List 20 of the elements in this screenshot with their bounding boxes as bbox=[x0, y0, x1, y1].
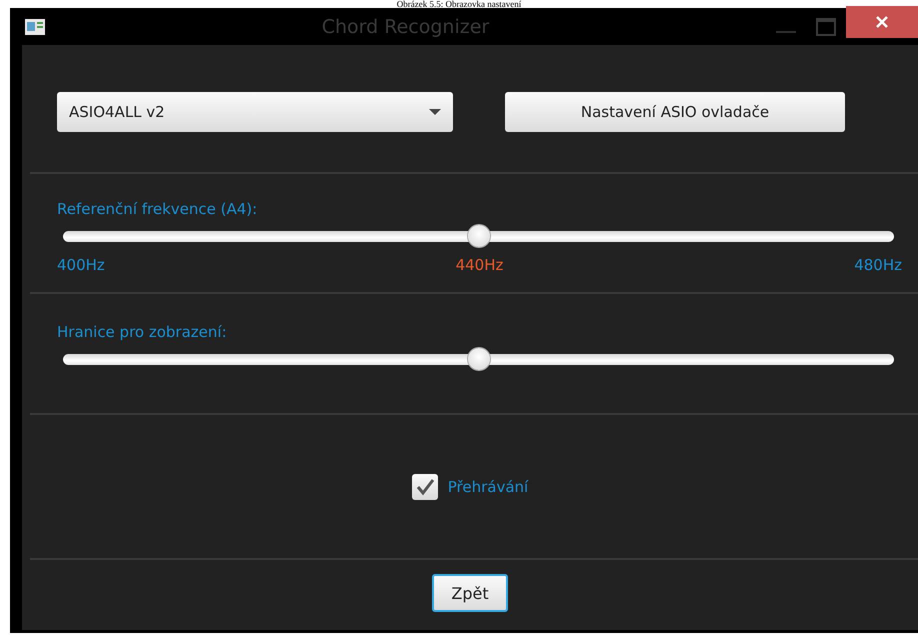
checkbox-label[interactable]: Přehrávání bbox=[448, 478, 528, 496]
driver-settings-button[interactable]: Nastavení ASIO ovladače bbox=[505, 92, 845, 132]
slider-label: Hranice pro zobrazení: bbox=[57, 323, 227, 341]
slider-thumb[interactable] bbox=[468, 225, 490, 247]
slider-track[interactable] bbox=[63, 225, 894, 247]
tick-label: 400Hz bbox=[57, 256, 105, 274]
app-icon bbox=[25, 18, 45, 34]
back-button[interactable]: Zpět bbox=[432, 574, 508, 612]
tick-label: 480Hz bbox=[854, 256, 902, 274]
close-icon bbox=[875, 15, 889, 29]
caret-icon bbox=[429, 108, 441, 116]
window-title: Chord Recognizer bbox=[320, 16, 490, 38]
slider-thumb[interactable] bbox=[468, 348, 490, 370]
checkbox[interactable] bbox=[412, 474, 438, 500]
slider-label: Referenční frekvence (A4): bbox=[57, 200, 258, 218]
device-dropdown[interactable]: ASIO4ALL v2 bbox=[57, 92, 453, 132]
close-button[interactable] bbox=[846, 6, 918, 38]
figure-caption: Obrázek 5.5: Obrazovka nastavení bbox=[396, 0, 522, 8]
slider-track[interactable] bbox=[63, 348, 894, 370]
tick-label: 440Hz bbox=[456, 256, 504, 274]
